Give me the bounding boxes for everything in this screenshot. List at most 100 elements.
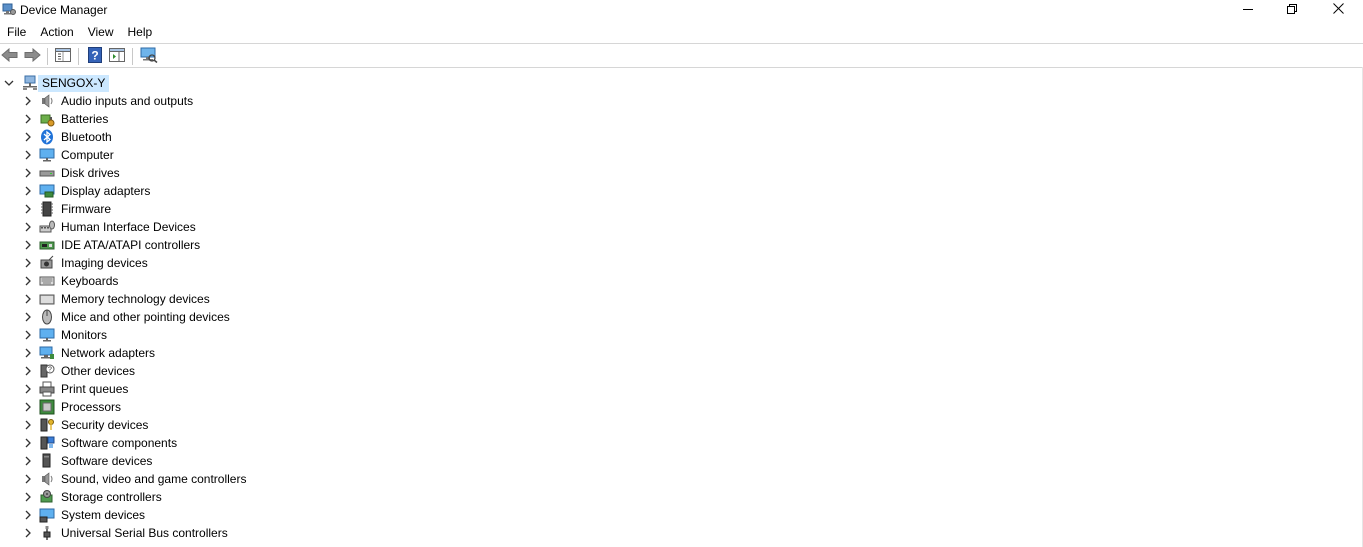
tree-item-imaging-devices[interactable]: Imaging devices (0, 254, 400, 272)
tree-item-software-components[interactable]: Software components (0, 434, 400, 452)
chevron-right-icon[interactable] (22, 185, 34, 197)
chevron-right-icon[interactable] (22, 491, 34, 503)
chevron-right-icon[interactable] (22, 257, 34, 269)
tree-item-display-adapters[interactable]: Display adapters (0, 182, 400, 200)
tree-item-label: Audio inputs and outputs (61, 94, 194, 108)
back-button[interactable] (1, 47, 19, 65)
tree-item-label: Software devices (61, 454, 153, 468)
chevron-right-icon[interactable] (22, 509, 34, 521)
properties-button[interactable] (54, 47, 72, 65)
restore-icon (1287, 3, 1297, 17)
menu-file[interactable]: File (0, 22, 33, 42)
computer-name[interactable]: SENGOX-Y (38, 75, 110, 92)
tree-item-label: Print queues (61, 382, 129, 396)
tree-root[interactable]: SENGOX-Y (0, 74, 300, 92)
close-button[interactable] (1315, 0, 1361, 20)
menu-view[interactable]: View (81, 22, 121, 42)
chevron-right-icon[interactable] (22, 527, 34, 539)
svg-text:?: ? (91, 48, 98, 62)
back-arrow-icon (1, 47, 19, 65)
tree-item-label: Bluetooth (61, 130, 112, 144)
monitor-icon (39, 327, 55, 343)
tree-item-computer[interactable]: Computer (0, 146, 400, 164)
computer-network-icon (22, 75, 38, 91)
tree-item-audio-inputs-and-outputs[interactable]: Audio inputs and outputs (0, 92, 400, 110)
chevron-right-icon[interactable] (22, 113, 34, 125)
tree-item-processors[interactable]: Processors (0, 398, 400, 416)
chevron-right-icon[interactable] (22, 347, 34, 359)
chevron-right-icon[interactable] (22, 167, 34, 179)
tree-item-universal-serial-bus-controllers[interactable]: Universal Serial Bus controllers (0, 524, 400, 542)
tree-item-label: Security devices (61, 418, 149, 432)
help-button[interactable]: ? (86, 46, 104, 66)
camera-icon (39, 255, 55, 271)
title-bar[interactable]: Device Manager (0, 0, 1363, 20)
chevron-right-icon[interactable] (22, 149, 34, 161)
tree-item-label: Storage controllers (61, 490, 162, 504)
chevron-right-icon[interactable] (22, 419, 34, 431)
tree-item-security-devices[interactable]: Security devices (0, 416, 400, 434)
storage-controller-icon (39, 489, 55, 505)
system-device-icon (39, 507, 55, 523)
tree-item-label: System devices (61, 508, 146, 522)
tree-item-monitors[interactable]: Monitors (0, 326, 400, 344)
chevron-right-icon[interactable] (22, 401, 34, 413)
toolbar: ? (0, 45, 1363, 67)
tree-item-label: Keyboards (61, 274, 119, 288)
chevron-right-icon[interactable] (22, 329, 34, 341)
usb-icon (39, 525, 55, 541)
tree-item-ide-ata-atapi-controllers[interactable]: IDE ATA/ATAPI controllers (0, 236, 400, 254)
forward-button[interactable] (23, 47, 41, 65)
chevron-right-icon[interactable] (22, 455, 34, 467)
chevron-right-icon[interactable] (22, 437, 34, 449)
toolbar-divider (0, 67, 1363, 68)
tree-item-firmware[interactable]: Firmware (0, 200, 400, 218)
tree-item-label: Batteries (61, 112, 109, 126)
chevron-right-icon[interactable] (22, 203, 34, 215)
chevron-right-icon[interactable] (22, 239, 34, 251)
tree-item-print-queues[interactable]: Print queues (0, 380, 400, 398)
tree-item-other-devices[interactable]: ? Other devices (0, 362, 400, 380)
chevron-right-icon[interactable] (22, 95, 34, 107)
action-pane-button[interactable] (108, 47, 126, 65)
unknown-device-icon: ? (39, 363, 55, 379)
tree-item-human-interface-devices[interactable]: Human Interface Devices (0, 218, 400, 236)
tree-item-disk-drives[interactable]: Disk drives (0, 164, 400, 182)
chevron-right-icon[interactable] (22, 365, 34, 377)
monitor-icon (39, 147, 55, 163)
tree-item-software-devices[interactable]: Software devices (0, 452, 400, 470)
restore-button[interactable] (1269, 0, 1315, 20)
tree-item-memory-technology-devices[interactable]: Memory technology devices (0, 290, 400, 308)
close-icon (1332, 3, 1344, 17)
tree-item-batteries[interactable]: Batteries (0, 110, 400, 128)
security-key-icon (39, 417, 55, 433)
chevron-right-icon[interactable] (22, 293, 34, 305)
chevron-right-icon[interactable] (22, 275, 34, 287)
tree-item-bluetooth[interactable]: Bluetooth (0, 128, 400, 146)
tree-item-label: Memory technology devices (61, 292, 210, 306)
menu-action[interactable]: Action (33, 22, 80, 42)
help-icon: ? (88, 46, 102, 66)
minimize-icon (1243, 3, 1253, 17)
tree-item-mice-and-other-pointing-devices[interactable]: Mice and other pointing devices (0, 308, 400, 326)
speaker-icon (39, 93, 55, 109)
scan-hardware-button[interactable] (140, 47, 158, 65)
tree-item-sound-video-and-game-controllers[interactable]: Sound, video and game controllers (0, 470, 400, 488)
menu-divider (0, 43, 1363, 44)
tree-item-label: Software components (61, 436, 178, 450)
chevron-right-icon[interactable] (22, 473, 34, 485)
tree-item-network-adapters[interactable]: Network adapters (0, 344, 400, 362)
chevron-right-icon[interactable] (22, 383, 34, 395)
tree-item-keyboards[interactable]: Keyboards (0, 272, 400, 290)
tree-item-system-devices[interactable]: System devices (0, 506, 400, 524)
chevron-down-icon[interactable] (3, 77, 15, 89)
chevron-right-icon[interactable] (22, 221, 34, 233)
menu-help[interactable]: Help (121, 22, 160, 42)
toolbar-separator (47, 48, 48, 65)
tree-item-storage-controllers[interactable]: Storage controllers (0, 488, 400, 506)
chevron-right-icon[interactable] (22, 311, 34, 323)
forward-arrow-icon (23, 47, 41, 65)
battery-icon (39, 111, 55, 127)
minimize-button[interactable] (1225, 0, 1271, 20)
chevron-right-icon[interactable] (22, 131, 34, 143)
